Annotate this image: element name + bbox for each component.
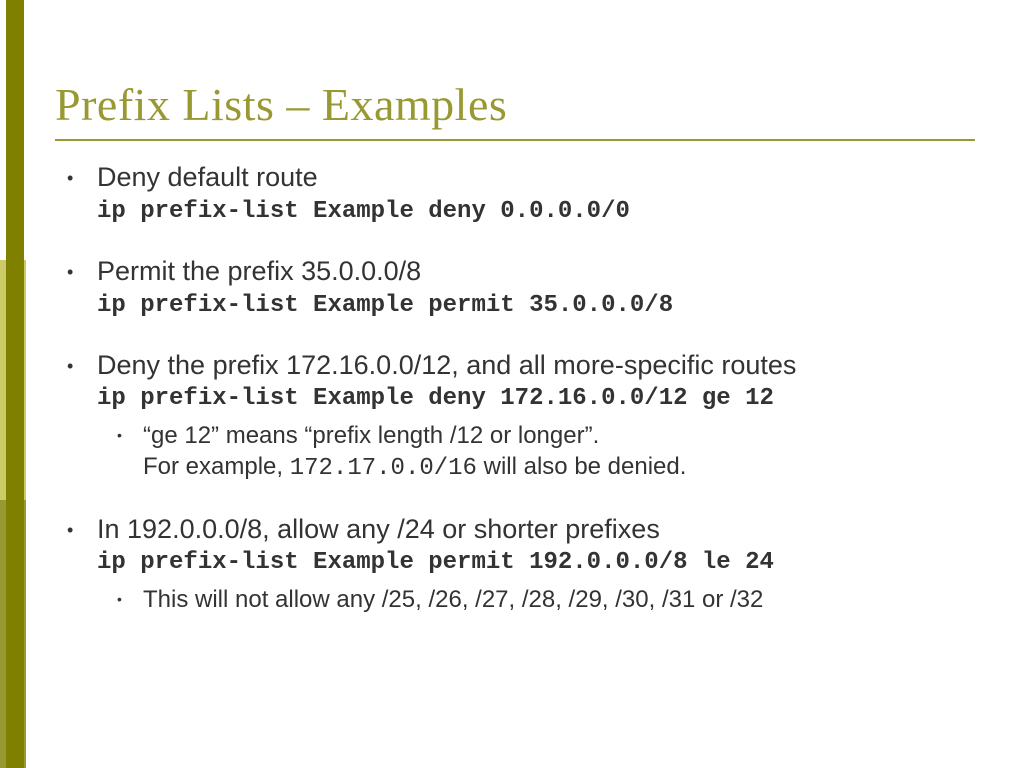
sub-item: “ge 12” means “prefix length /12 or long… bbox=[117, 420, 995, 484]
side-accent bbox=[0, 0, 26, 768]
bullet-desc: Deny default route bbox=[97, 161, 995, 195]
bullet-command: ip prefix-list Example permit 35.0.0.0/8 bbox=[97, 291, 995, 321]
bullet-command: ip prefix-list Example deny 0.0.0.0/0 bbox=[97, 197, 995, 227]
sub-list: This will not allow any /25, /26, /27, /… bbox=[97, 584, 995, 615]
sub-line-1: “ge 12” means “prefix length /12 or long… bbox=[143, 422, 599, 449]
bullet-desc: Deny the prefix 172.16.0.0/12, and all m… bbox=[97, 349, 995, 383]
title-underline bbox=[55, 139, 975, 141]
sub-line-2-pre: For example, bbox=[143, 453, 290, 480]
sub-line-2-post: will also be denied. bbox=[477, 453, 686, 480]
list-item: Deny the prefix 172.16.0.0/12, and all m… bbox=[67, 349, 995, 485]
bullet-list: Deny default route ip prefix-list Exampl… bbox=[55, 161, 995, 616]
bullet-command: ip prefix-list Example deny 172.16.0.0/1… bbox=[97, 384, 995, 414]
sub-line: This will not allow any /25, /26, /27, /… bbox=[143, 586, 763, 613]
sub-item: This will not allow any /25, /26, /27, /… bbox=[117, 584, 995, 615]
list-item: In 192.0.0.0/8, allow any /24 or shorter… bbox=[67, 513, 995, 616]
sub-list: “ge 12” means “prefix length /12 or long… bbox=[97, 420, 995, 484]
slide-title: Prefix Lists – Examples bbox=[55, 78, 995, 131]
bullet-desc: In 192.0.0.0/8, allow any /24 or shorter… bbox=[97, 513, 995, 547]
bullet-desc: Permit the prefix 35.0.0.0/8 bbox=[97, 255, 995, 289]
inline-code: 172.17.0.0/16 bbox=[290, 455, 477, 482]
bullet-command: ip prefix-list Example permit 192.0.0.0/… bbox=[97, 548, 995, 578]
list-item: Permit the prefix 35.0.0.0/8 ip prefix-l… bbox=[67, 255, 995, 321]
side-accent-dark bbox=[6, 0, 24, 768]
list-item: Deny default route ip prefix-list Exampl… bbox=[67, 161, 995, 227]
slide-content: Prefix Lists – Examples Deny default rou… bbox=[55, 78, 995, 644]
